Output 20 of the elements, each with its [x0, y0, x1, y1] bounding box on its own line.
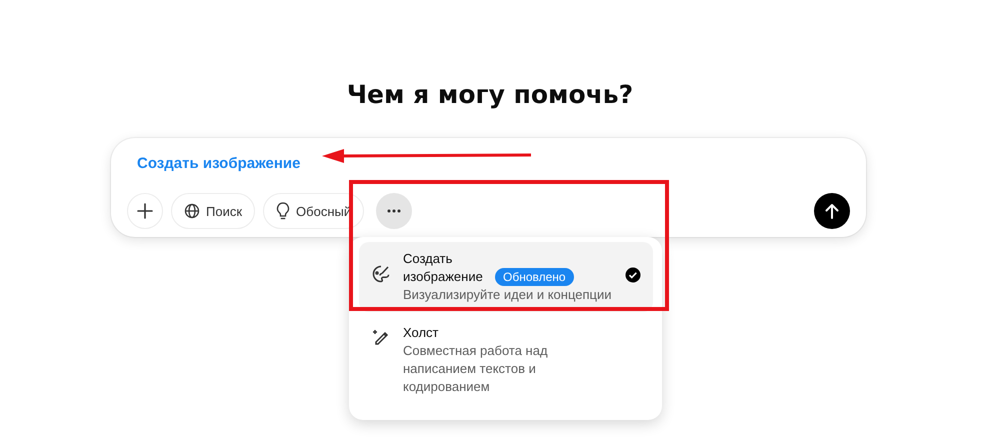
send-button[interactable]: [814, 193, 850, 229]
plus-icon: [137, 203, 153, 219]
palette-icon: [371, 264, 391, 284]
globe-icon: [184, 203, 200, 219]
tool-chip[interactable]: Создать изображение: [137, 153, 300, 175]
menu-item-title: Создать изображение: [403, 250, 484, 286]
arrow-up-icon: [825, 203, 839, 219]
ellipsis-icon: [387, 209, 402, 213]
menu-item[interactable]: Создать изображение Обновлено Визуализируйте идеи и концепции: [359, 242, 653, 312]
check-icon: [625, 266, 641, 282]
menu-item-title: Холст: [403, 324, 439, 342]
add-button[interactable]: [127, 193, 163, 229]
menu-item-description: Визуализируйте идеи и концепции: [403, 286, 613, 304]
menu-item[interactable]: Холст Совместная работа над написанием текстов и кодированием: [359, 316, 653, 404]
lightbulb-icon: [276, 202, 290, 220]
pencil-sparkle-icon: [371, 328, 391, 348]
updated-badge: Обновлено: [495, 268, 574, 286]
page-heading: Чем я могу помочь?: [346, 79, 634, 111]
search-button[interactable]: Поиск: [171, 193, 256, 229]
menu-item-description: Совместная работа над написанием текстов и кодированием: [403, 342, 549, 396]
